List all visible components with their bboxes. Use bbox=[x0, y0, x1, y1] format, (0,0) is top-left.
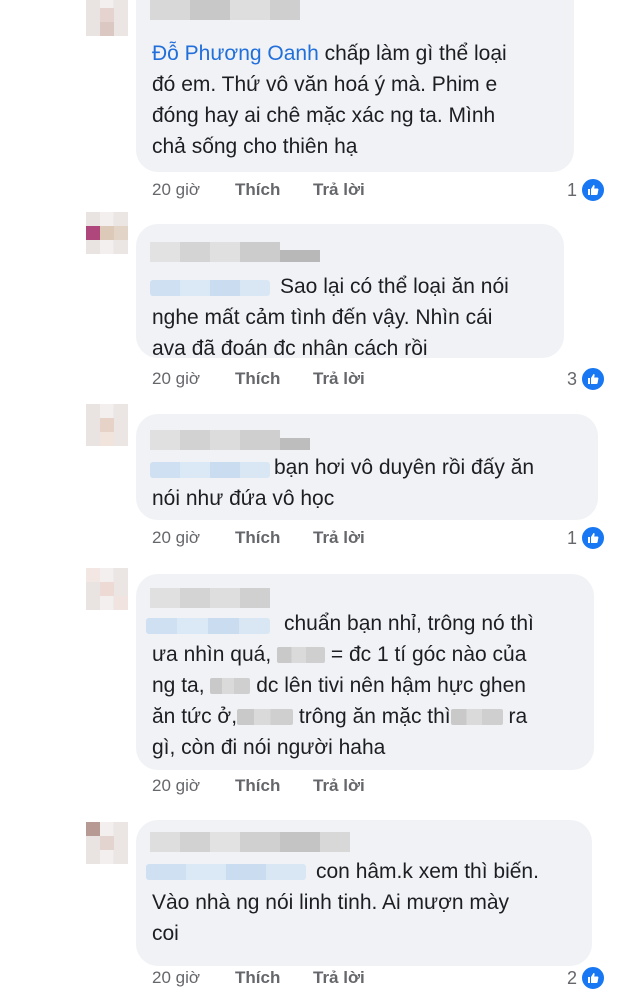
reply-button[interactable]: Trả lời bbox=[313, 776, 365, 796]
like-button[interactable]: Thích bbox=[235, 968, 313, 988]
like-button[interactable]: Thích bbox=[235, 369, 313, 389]
reply-button[interactable]: Trả lời bbox=[313, 528, 365, 548]
timestamp[interactable]: 20 giờ bbox=[152, 968, 235, 988]
reaction-count[interactable]: 3 bbox=[567, 367, 605, 391]
comment-actions: 20 giờ Thích Trả lời bbox=[152, 369, 365, 389]
reaction-number: 1 bbox=[566, 179, 577, 200]
author-name-blurred[interactable] bbox=[150, 242, 320, 262]
avatar[interactable] bbox=[86, 0, 128, 36]
reply-button[interactable]: Trả lời bbox=[313, 968, 365, 988]
comment-bubble: con hâm.k xem thì biến. Vào nhà ng nói l… bbox=[136, 820, 592, 966]
censored-word bbox=[277, 647, 325, 664]
author-name-blurred[interactable] bbox=[150, 430, 310, 450]
avatar[interactable] bbox=[86, 212, 128, 254]
comment-bubble: Sao lại có thể loại ăn nói nghe mất cảm … bbox=[136, 224, 564, 360]
timestamp[interactable]: 20 giờ bbox=[152, 180, 235, 200]
comment-bubble: bạn hơi vô duyên rồi đấy ăn nói như đứa … bbox=[136, 414, 598, 520]
comment-text: con hâm.k xem thì biến. Vào nhà ng nói l… bbox=[152, 860, 539, 945]
avatar[interactable] bbox=[86, 568, 128, 610]
like-button[interactable]: Thích bbox=[235, 776, 313, 796]
reaction-count[interactable]: 1 bbox=[567, 178, 605, 202]
avatar[interactable] bbox=[86, 404, 128, 446]
avatar[interactable] bbox=[86, 822, 128, 864]
comment-actions: 20 giờ Thích Trả lời bbox=[152, 776, 365, 796]
timestamp[interactable]: 20 giờ bbox=[152, 369, 235, 389]
reply-button[interactable]: Trả lời bbox=[313, 369, 365, 389]
comment-bubble: chuẩn bạn nhỉ, trông nó thì ưa nhìn quá,… bbox=[136, 574, 594, 770]
like-icon bbox=[581, 367, 605, 391]
comment-actions: 20 giờ Thích Trả lời bbox=[152, 180, 365, 200]
like-icon bbox=[581, 966, 605, 990]
comment-bubble: Đỗ Phương Oanh chấp làm gì thể loại đó e… bbox=[136, 0, 574, 172]
reaction-number: 1 bbox=[566, 527, 577, 548]
comment-actions: 20 giờ Thích Trả lời bbox=[152, 968, 365, 988]
reaction-count[interactable]: 2 bbox=[567, 966, 605, 990]
censored-word bbox=[450, 709, 503, 726]
mention-link[interactable]: Đỗ Phương Oanh bbox=[152, 42, 319, 65]
reaction-number: 3 bbox=[566, 368, 577, 389]
comment-text: bạn hơi vô duyên rồi đấy ăn nói như đứa … bbox=[152, 456, 535, 510]
like-icon bbox=[581, 178, 605, 202]
reaction-count[interactable]: 1 bbox=[567, 526, 605, 550]
comment-text: Đỗ Phương Oanh chấp làm gì thể loại đó e… bbox=[152, 42, 507, 158]
censored-word bbox=[210, 678, 251, 695]
comment-text: chuẩn bạn nhỉ, trông nó thì ưa nhìn quá,… bbox=[152, 612, 534, 759]
reaction-number: 2 bbox=[566, 967, 577, 988]
censored-word bbox=[237, 709, 294, 726]
comment-actions: 20 giờ Thích Trả lời bbox=[152, 528, 365, 548]
like-button[interactable]: Thích bbox=[235, 528, 313, 548]
timestamp[interactable]: 20 giờ bbox=[152, 528, 235, 548]
author-name-blurred[interactable] bbox=[150, 588, 270, 608]
like-icon bbox=[581, 526, 605, 550]
author-name-blurred[interactable] bbox=[150, 832, 350, 852]
author-name-blurred[interactable] bbox=[150, 0, 300, 20]
like-button[interactable]: Thích bbox=[235, 180, 313, 200]
reply-button[interactable]: Trả lời bbox=[313, 180, 365, 200]
timestamp[interactable]: 20 giờ bbox=[152, 776, 235, 796]
comment-text: Sao lại có thể loại ăn nói nghe mất cảm … bbox=[152, 275, 509, 360]
